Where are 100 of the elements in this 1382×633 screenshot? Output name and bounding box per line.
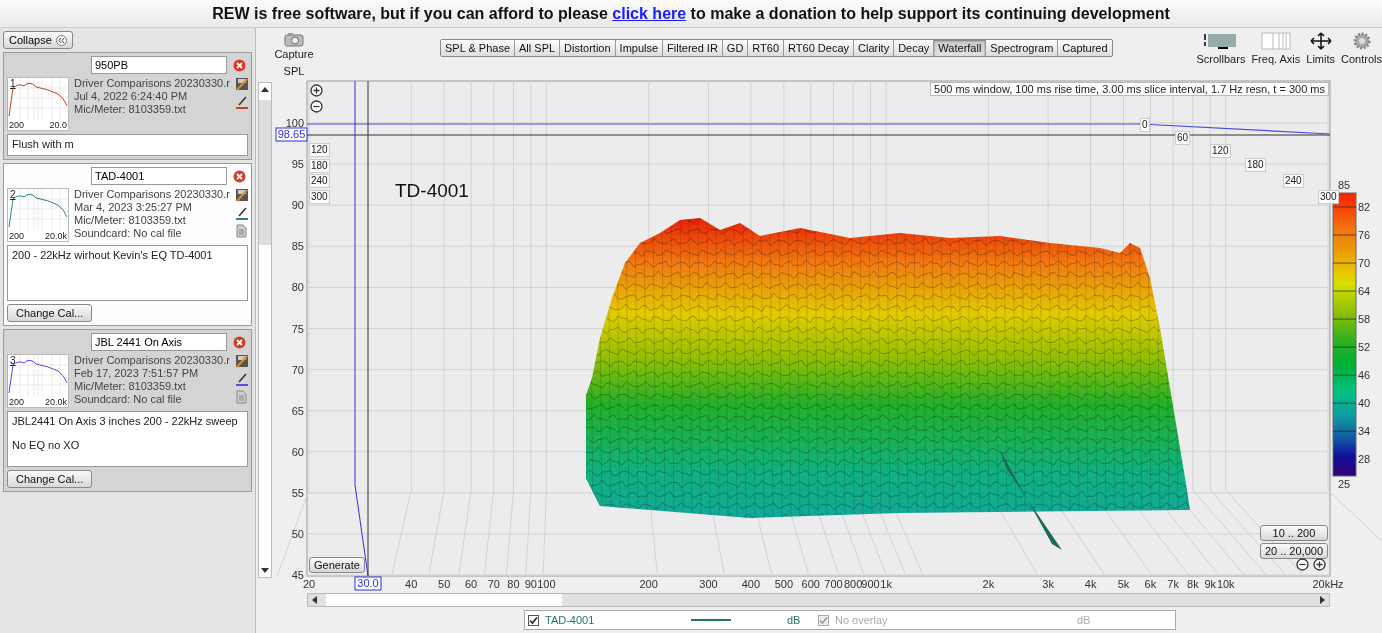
graph-tab[interactable]: Filtered IR	[663, 40, 723, 56]
axis-label: 200	[639, 578, 658, 590]
measurement-number: 2	[10, 189, 16, 200]
time-label: 300	[1318, 190, 1339, 204]
zoom-out-icon[interactable]	[310, 100, 323, 113]
toolbar-button[interactable]: Scrollbars	[1196, 32, 1246, 65]
pencil-icon[interactable]	[234, 95, 249, 109]
collapse-button[interactable]: Collapse	[3, 31, 73, 49]
measurement-name-field[interactable]: 950PB	[91, 56, 227, 74]
donation-message: REW is free software, but if you can afford to please click here to make a donation to help support its continuing development	[212, 4, 1170, 23]
time-label: 240	[1283, 174, 1304, 188]
range-button[interactable]: 20 .. 20,000	[1259, 543, 1328, 559]
disk-icon[interactable]	[234, 354, 249, 368]
measurement-name-field[interactable]: TAD-4001	[91, 167, 227, 185]
checkbox[interactable]	[528, 614, 539, 626]
graph-tab[interactable]: Spectrogram	[986, 40, 1059, 56]
axis-label: 300	[699, 578, 718, 590]
axis-label: 70	[291, 363, 304, 376]
measurement-number: 3	[10, 355, 16, 366]
zoom-in-icon[interactable]	[1313, 558, 1326, 571]
axis-label: 900	[861, 578, 880, 590]
disk-icon[interactable]	[234, 77, 249, 91]
close-icon[interactable]	[233, 335, 246, 349]
graph-tab[interactable]: RT60	[748, 40, 785, 56]
notes-field[interactable]: JBL2441 On Axis 3 inches 200 - 22kHz sweep No EQ no XO	[7, 411, 248, 467]
window-icon	[1203, 32, 1238, 50]
toolbar-button[interactable]: Freq. Axis	[1251, 32, 1301, 65]
graph-tab[interactable]: Impulse	[615, 40, 664, 56]
measurement-card[interactable]: JBL 2441 On Axis 3 200 20.0k Driver Comparisons 20230330.r Feb 17, 2023 7:51:57 PM Mic/Meter: 8103359.txt Soundcard: No cal file JBL2441 On Axis 3 inches 200 - 22kHz sweep No EQ no XO Change Cal...	[3, 329, 252, 492]
time-label: 180	[309, 159, 330, 173]
measurement-card[interactable]: TAD-4001 2 200 20.0k Driver Comparisons 20230330.r Mar 4, 2023 3:25:27 PM Mic/Meter: 8103359.txt Soundcard: No cal file 200 - 22kHz wirhout Kevin's EQ TD-4001 Change Cal...	[3, 163, 252, 326]
graph-tab[interactable]: Distortion	[560, 40, 616, 56]
mic-cal-file: Mic/Meter: 8103359.txt	[74, 214, 187, 226]
scale-label: 52	[1358, 341, 1371, 354]
time-label: 240	[309, 174, 330, 188]
axis-label: 200	[9, 397, 25, 407]
range-button[interactable]: 10 .. 200	[1259, 525, 1328, 541]
graph-tab[interactable]: All SPL	[515, 40, 561, 56]
axis-label: 20.0k	[44, 231, 67, 241]
horizontal-scrollbar[interactable]	[307, 593, 1330, 607]
graph-tab[interactable]: Clarity	[854, 40, 895, 56]
graph-tab[interactable]: Decay	[894, 40, 935, 56]
measurement-card[interactable]: 950PB 1 200 20.0 Driver Comparisons 20230330.r Jul 4, 2022 6:24:40 PM Mic/Meter: 8103359.txt Flush with m	[3, 52, 252, 160]
axis-label: 500	[774, 578, 793, 590]
axis-label: 100	[537, 578, 556, 590]
axis-label: 55	[291, 486, 304, 499]
scroll-right-icon[interactable]	[1320, 596, 1325, 604]
pencil-icon[interactable]	[234, 206, 249, 220]
scale-label: 34	[1358, 425, 1371, 438]
axis-label: 20	[302, 578, 316, 590]
scale-label: 46	[1358, 369, 1371, 382]
scale-label: 85	[1337, 179, 1351, 191]
notes-field[interactable]: 200 - 22kHz wirhout Kevin's EQ TD-4001	[7, 245, 248, 301]
vertical-scrollbar[interactable]	[258, 82, 272, 578]
zoom-out-icon[interactable]	[1296, 558, 1309, 571]
close-icon[interactable]	[233, 58, 246, 72]
toolbar-button[interactable]: Controls	[1341, 32, 1382, 65]
graph-tab[interactable]: Waterfall	[934, 40, 987, 56]
file-name: Driver Comparisons 20230330.r	[74, 77, 230, 89]
generate-button[interactable]: Generate	[309, 557, 365, 573]
scroll-left-icon[interactable]	[312, 596, 317, 604]
donation-link[interactable]: click here	[612, 4, 687, 22]
graph-tab[interactable]: RT60 Decay	[784, 40, 854, 56]
change-cal-button[interactable]: Change Cal...	[7, 304, 93, 322]
measurement-date: Mar 4, 2023 3:25:27 PM	[74, 201, 193, 213]
time-label: 60	[1175, 131, 1191, 145]
axis-label: 20kHz	[1312, 578, 1344, 590]
axis-label: 1k	[880, 578, 892, 590]
file-name: Driver Comparisons 20230330.r	[74, 188, 230, 200]
axis-label: 65	[291, 404, 304, 417]
axis-label: 3k	[1042, 578, 1054, 590]
axis-label: 50	[438, 578, 451, 590]
notes-field[interactable]: Flush with m	[7, 134, 248, 156]
scroll-down-icon[interactable]	[261, 568, 269, 573]
capture-button[interactable]: Capture	[274, 32, 314, 60]
time-label: 0	[1140, 118, 1150, 132]
axis-label: 95	[291, 158, 304, 171]
close-icon[interactable]	[233, 169, 246, 183]
graph-title: TD-4001	[395, 180, 469, 201]
graph-tab[interactable]: GD	[722, 40, 749, 56]
axis-label: 9k	[1204, 578, 1216, 590]
mic-cal-file: Mic/Meter: 8103359.txt	[74, 103, 187, 115]
legend-label: No overlay	[835, 614, 889, 626]
zoom-in-icon[interactable]	[310, 84, 323, 97]
scale-label: 64	[1358, 285, 1371, 298]
graph-tab[interactable]: SPL & Phase	[441, 40, 516, 56]
axis-label: 10k	[1216, 578, 1235, 590]
disk-icon[interactable]	[234, 188, 249, 202]
scale-label: 82	[1358, 201, 1371, 213]
change-cal-button[interactable]: Change Cal...	[7, 470, 93, 488]
pencil-icon[interactable]	[234, 372, 249, 386]
axis-label: 80	[291, 281, 304, 294]
measurement-name-field[interactable]: JBL 2441 On Axis	[91, 333, 227, 351]
axis-label: 2k	[982, 578, 995, 590]
graph-tab[interactable]: Captured	[1058, 40, 1112, 56]
time-label: 180	[1245, 158, 1266, 172]
scroll-up-icon[interactable]	[261, 87, 269, 92]
toolbar-button[interactable]: Limits	[1306, 32, 1336, 65]
axis-label: 60	[464, 578, 478, 590]
scale-label: 58	[1358, 313, 1371, 326]
